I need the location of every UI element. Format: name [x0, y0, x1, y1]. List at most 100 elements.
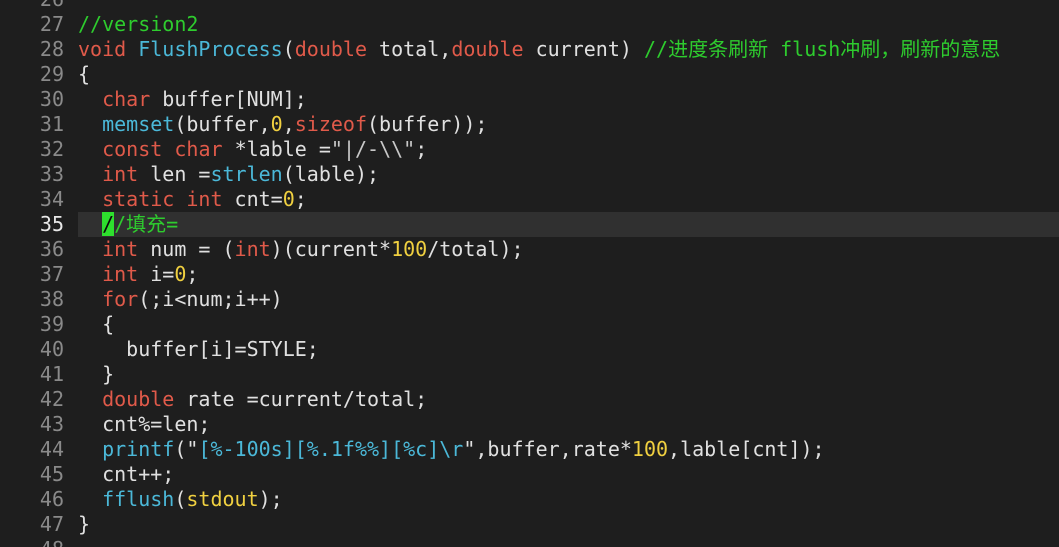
code-text[interactable]: double rate =current/total; — [78, 387, 1059, 412]
code-token: 0 — [282, 187, 295, 211]
code-line[interactable]: 46 fflush(stdout); — [0, 487, 1059, 512]
code-text[interactable]: } — [78, 362, 1059, 387]
code-line[interactable]: 47} — [0, 512, 1059, 537]
code-line[interactable]: 40 buffer[i]=STYLE; — [0, 337, 1059, 362]
code-line[interactable]: 32 const char *lable ="|/-\\"; — [0, 137, 1059, 162]
code-token: double — [102, 387, 175, 411]
code-line[interactable]: 43 cnt%=len; — [0, 412, 1059, 437]
code-token: cnt%=len; — [78, 412, 211, 436]
code-token: //进度条刷新 flush冲刷，刷新的意思 — [643, 37, 1001, 61]
code-token: total, — [367, 37, 452, 61]
code-line[interactable]: 33 int len =strlen(lable); — [0, 162, 1059, 187]
code-text[interactable]: printf("[%-100s][%.1f%%][%c]\r",buffer,r… — [78, 437, 1059, 462]
code-token: ; — [186, 262, 199, 286]
code-text[interactable]: int i=0; — [78, 262, 1059, 287]
code-token: [%-100s][%.1f%%][%c]\r — [198, 437, 464, 461]
code-text[interactable]: const char *lable ="|/-\\"; — [78, 137, 1059, 162]
line-number: 34 — [39, 187, 64, 211]
code-editor[interactable]: 2627//version228void FlushProcess(double… — [0, 0, 1059, 547]
code-token: num = ( — [138, 237, 235, 261]
code-token: i= — [138, 262, 175, 286]
line-number: 41 — [39, 362, 64, 386]
code-line[interactable]: 30 char buffer[NUM]; — [0, 87, 1059, 112]
line-number: 35 — [39, 212, 64, 236]
line-number: 47 — [39, 512, 64, 536]
line-number: 33 — [39, 162, 64, 186]
code-token: buffer[i]=STYLE; — [78, 337, 319, 361]
code-text[interactable]: int num = (int)(current*100/total); — [78, 237, 1059, 262]
code-line[interactable]: 45 cnt++; — [0, 462, 1059, 487]
line-number: 36 — [39, 237, 64, 261]
code-token: 100 — [391, 237, 428, 261]
code-token: strlen — [210, 162, 283, 186]
code-token: void — [78, 37, 127, 61]
code-text[interactable]: static int cnt=0; — [78, 187, 1059, 212]
code-text[interactable]: cnt++; — [78, 462, 1059, 487]
code-token: { — [78, 312, 115, 336]
line-number: 40 — [39, 337, 64, 361]
code-token: buffer[NUM]; — [150, 87, 307, 111]
code-token: fflush — [102, 487, 175, 511]
code-text[interactable]: { — [78, 312, 1059, 337]
code-token: int — [234, 237, 271, 261]
code-text[interactable]: { — [78, 62, 1059, 87]
code-token: //version2 — [78, 12, 199, 36]
code-token: static — [102, 187, 175, 211]
line-number: 46 — [39, 487, 64, 511]
code-token: rate =current/total; — [174, 387, 428, 411]
line-number: 42 — [39, 387, 64, 411]
code-line[interactable]: 41 } — [0, 362, 1059, 387]
code-token: for — [102, 287, 139, 311]
code-line[interactable]: 39 { — [0, 312, 1059, 337]
code-token: double — [294, 37, 368, 61]
code-token: (buffer)); — [367, 112, 488, 136]
code-text[interactable]: cnt%=len; — [78, 412, 1059, 437]
code-text[interactable]: memset(buffer,0,sizeof(buffer)); — [78, 112, 1059, 137]
code-line[interactable]: 48 — [0, 537, 1059, 547]
code-line[interactable]: 28 void FlushProcess(double total,double … — [0, 37, 1059, 62]
code-token: int — [102, 162, 139, 186]
code-token: sizeof — [294, 112, 368, 136]
code-line[interactable]: 36 int num = (int)(current*100/total); — [0, 237, 1059, 262]
code-text[interactable]: for(;i<num;i++) — [78, 287, 1059, 312]
code-token: cnt= — [222, 187, 283, 211]
code-text[interactable]: void FlushProcess(double total,double cu… — [78, 37, 1059, 62]
code-line[interactable]: 35 //填充= — [0, 212, 1059, 237]
code-token: ",buffer,rate* — [463, 437, 632, 461]
code-token: char — [102, 87, 151, 111]
code-line[interactable]: 37 int i=0; — [0, 262, 1059, 287]
code-text[interactable]: //填充= — [78, 212, 1059, 237]
code-text[interactable] — [78, 0, 1059, 12]
code-token: ; — [294, 187, 307, 211]
code-line[interactable]: 34 static int cnt=0; — [0, 187, 1059, 212]
code-line[interactable]: 42 double rate =current/total; — [0, 387, 1059, 412]
code-text[interactable]: fflush(stdout); — [78, 487, 1059, 512]
code-text[interactable]: int len =strlen(lable); — [78, 162, 1059, 187]
code-token: int — [102, 262, 139, 286]
code-text[interactable]: char buffer[NUM]; — [78, 87, 1059, 112]
line-number: 38 — [39, 287, 64, 311]
code-line[interactable]: 38 for(;i<num;i++) — [0, 287, 1059, 312]
code-line[interactable]: 44 printf("[%-100s][%.1f%%][%c]\r",buffe… — [0, 437, 1059, 462]
code-text[interactable]: buffer[i]=STYLE; — [78, 337, 1059, 362]
code-token: cnt++; — [78, 462, 175, 486]
code-line[interactable]: 27 //version2 — [0, 12, 1059, 37]
code-text[interactable]: } — [78, 512, 1059, 537]
code-token: memset — [102, 112, 175, 136]
code-line[interactable]: 29 { — [0, 62, 1059, 87]
code-token: } — [78, 362, 115, 386]
code-token: ); — [258, 487, 283, 511]
code-line[interactable]: 31 memset(buffer,0,sizeof(buffer)); — [0, 112, 1059, 137]
code-text[interactable] — [78, 537, 1059, 547]
code-text[interactable]: //version2 — [78, 12, 1059, 37]
code-line[interactable]: 26 — [0, 0, 1059, 12]
line-number: 32 — [39, 137, 64, 161]
